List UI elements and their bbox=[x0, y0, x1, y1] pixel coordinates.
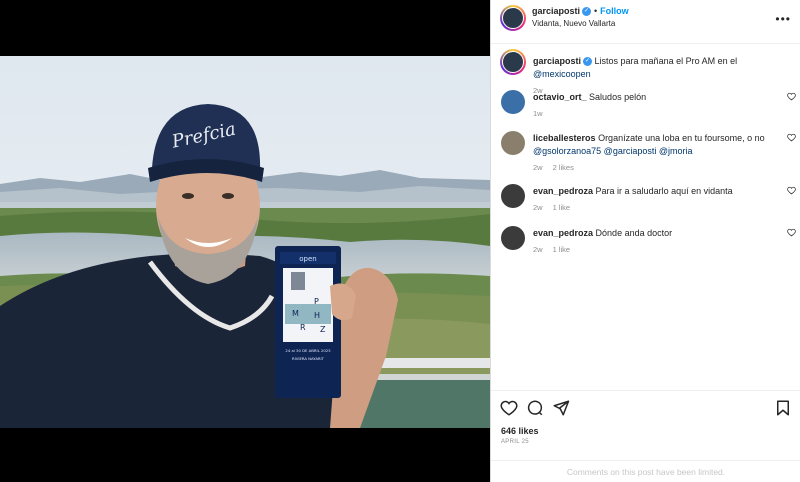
badge-venue: RIVIERA NAYARIT bbox=[292, 356, 325, 361]
caption-text: Listos para mañana el Pro AM en el bbox=[594, 56, 738, 66]
post-header: garciaposti ✓ • Follow Vidanta, Nuevo Valla… bbox=[491, 0, 800, 44]
commenter-avatar[interactable] bbox=[501, 90, 525, 114]
comment-likes[interactable]: 2 likes bbox=[553, 163, 574, 172]
post-media-pane: Prefcia open M P H R Z 24 al 30 DE ABRIL… bbox=[0, 0, 490, 482]
comments-limited-notice: Comments on this post have been limited. bbox=[491, 460, 800, 482]
heart-icon[interactable] bbox=[787, 228, 796, 237]
comment-username[interactable]: evan_pedroza bbox=[533, 228, 593, 238]
commenter-avatar[interactable] bbox=[501, 131, 525, 155]
author-avatar[interactable] bbox=[500, 5, 526, 31]
comment-text: Dónde anda doctor bbox=[595, 228, 673, 238]
caption-mention[interactable]: @mexicoopen bbox=[533, 69, 591, 79]
caption-username[interactable]: garciaposti bbox=[533, 56, 581, 66]
badge-initial-3: H bbox=[314, 311, 320, 320]
comments-list: garciaposti ✓ Listos para mañana el Pro A… bbox=[491, 44, 800, 390]
comment-text: Para ir a saludarlo aquí en vidanta bbox=[595, 186, 733, 196]
comment-text: Organízate una loba en tu foursome, o no bbox=[598, 133, 765, 143]
comment-text: Saludos pelón bbox=[589, 92, 647, 102]
post-location[interactable]: Vidanta, Nuevo Vallarta bbox=[532, 19, 615, 28]
comment-age: 2w bbox=[533, 245, 543, 254]
comment-username[interactable]: liceballesteros bbox=[533, 133, 596, 143]
separator-dot: • bbox=[594, 6, 598, 16]
heart-icon[interactable] bbox=[787, 133, 796, 142]
bookmark-icon[interactable] bbox=[774, 399, 792, 417]
post-photo[interactable]: Prefcia open M P H R Z 24 al 30 DE ABRIL… bbox=[0, 56, 490, 428]
commenter-avatar[interactable] bbox=[501, 184, 525, 208]
comment-username[interactable]: octavio_ort_ bbox=[533, 92, 587, 102]
heart-icon[interactable] bbox=[500, 399, 518, 417]
author-username[interactable]: garciaposti bbox=[532, 6, 580, 16]
comment-likes[interactable]: 1 like bbox=[553, 245, 571, 254]
selfie-photo-illustration: Prefcia open M P H R Z 24 al 30 DE ABRIL… bbox=[0, 56, 490, 428]
badge-header: open bbox=[299, 255, 316, 263]
instagram-post-view: Prefcia open M P H R Z 24 al 30 DE ABRIL… bbox=[0, 0, 800, 482]
post-actions-bar: 646 likes APRIL 25 bbox=[491, 390, 800, 460]
post-side-panel: garciaposti ✓ • Follow Vidanta, Nuevo Valla… bbox=[490, 0, 800, 482]
caption-avatar[interactable] bbox=[500, 49, 526, 75]
heart-icon[interactable] bbox=[787, 92, 796, 101]
likes-count[interactable]: 646 likes bbox=[501, 426, 539, 436]
verified-badge-icon: ✓ bbox=[582, 7, 592, 17]
badge-initial-4: R bbox=[300, 323, 306, 332]
comment-mentions[interactable]: @gsolorzanoa75 @garciaposti @jmoria bbox=[533, 146, 692, 156]
verified-badge-icon: ✓ bbox=[583, 57, 593, 67]
comment-age: 1w bbox=[533, 109, 543, 118]
credential-badge: open M P H R Z 24 al 30 DE ABRIL 2023 RI… bbox=[275, 246, 341, 398]
badge-initial-2: P bbox=[314, 297, 319, 306]
comment-likes[interactable]: 1 like bbox=[553, 203, 571, 212]
comment-username[interactable]: evan_pedroza bbox=[533, 186, 593, 196]
more-options-icon[interactable]: ••• bbox=[775, 12, 791, 26]
commenter-avatar[interactable] bbox=[501, 226, 525, 250]
heart-icon[interactable] bbox=[787, 186, 796, 195]
badge-dates: 24 al 30 DE ABRIL 2023 bbox=[285, 348, 331, 353]
comment-icon[interactable] bbox=[526, 399, 544, 417]
comment-age: 2w bbox=[533, 163, 543, 172]
follow-button[interactable]: Follow bbox=[600, 6, 629, 16]
badge-initial-1: M bbox=[292, 309, 299, 318]
badge-initial-5: Z bbox=[320, 325, 326, 334]
share-icon[interactable] bbox=[552, 399, 570, 417]
post-date: APRIL 25 bbox=[501, 439, 529, 445]
comment-age: 2w bbox=[533, 203, 543, 212]
